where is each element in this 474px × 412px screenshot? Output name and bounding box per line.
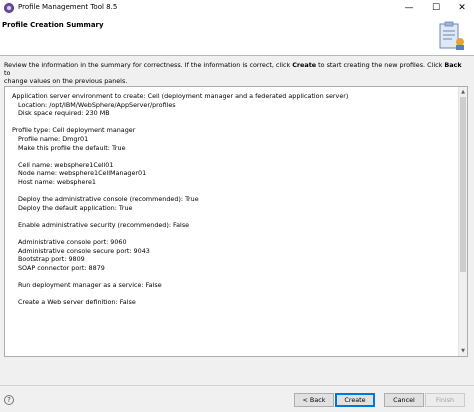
summary-line bbox=[12, 118, 348, 127]
summary-line: Host name: websphere1 bbox=[18, 177, 96, 186]
wizard-clipboard-icon bbox=[439, 21, 464, 50]
summary-line: Bootstrap port: 9809 bbox=[18, 255, 85, 264]
maximize-button[interactable]: ☐ bbox=[423, 0, 449, 17]
minimize-button[interactable]: — bbox=[396, 0, 422, 17]
instructions-text: Review the information in the summary fo… bbox=[4, 61, 468, 85]
instructions-line2: change values on the previous panels. bbox=[4, 77, 128, 85]
close-icon: ✕ bbox=[458, 3, 466, 13]
maximize-icon: ☐ bbox=[431, 3, 441, 13]
summary-line bbox=[12, 187, 348, 196]
summary-line: Disk space required: 230 MB bbox=[18, 109, 110, 118]
instructions-back-word: Back bbox=[444, 61, 462, 69]
summary-line bbox=[12, 230, 348, 239]
summary-line: Cell name: websphere1Cell01 bbox=[18, 160, 114, 169]
page-title: Profile Creation Summary bbox=[2, 21, 104, 29]
title-bar: Profile Management Tool 8.5 — ☐ ✕ bbox=[0, 0, 474, 17]
summary-line bbox=[12, 152, 348, 161]
wizard-header: Profile Creation Summary bbox=[0, 17, 474, 56]
summary-line bbox=[12, 290, 348, 299]
scroll-down-arrow-icon[interactable]: ▼ bbox=[459, 347, 467, 355]
window-title: Profile Management Tool 8.5 bbox=[18, 3, 118, 11]
summary-content: Application server environment to create… bbox=[12, 92, 348, 307]
summary-line: Deploy the default application: True bbox=[18, 203, 133, 212]
create-button[interactable]: Create bbox=[335, 393, 375, 407]
instructions-part2: to start creating the new profiles. Clic… bbox=[316, 61, 445, 69]
summary-line: Run deployment manager as a service: Fal… bbox=[18, 281, 162, 290]
instructions-part1: Review the information in the summary fo… bbox=[4, 61, 293, 69]
summary-line: Location: /opt/IBM/WebSphere/AppServer/p… bbox=[18, 100, 176, 109]
instructions-create-word: Create bbox=[292, 61, 317, 69]
cancel-button[interactable]: Cancel bbox=[384, 393, 424, 407]
instructions-part3: to bbox=[4, 69, 11, 77]
summary-line bbox=[12, 272, 348, 281]
footer-divider bbox=[0, 385, 474, 386]
scrollbar-thumb[interactable] bbox=[460, 97, 466, 272]
summary-line: Deploy the administrative console (recom… bbox=[18, 195, 199, 204]
summary-line: Make this profile the default: True bbox=[18, 143, 126, 152]
help-icon[interactable]: ? bbox=[4, 395, 14, 405]
vertical-scrollbar[interactable]: ▲ ▼ bbox=[458, 87, 467, 356]
summary-line bbox=[12, 212, 348, 221]
minimize-icon: — bbox=[404, 3, 414, 13]
summary-line: Administrative console secure port: 9043 bbox=[18, 246, 150, 255]
summary-line: Profile type: Cell deployment manager bbox=[12, 126, 136, 135]
summary-textarea[interactable]: Application server environment to create… bbox=[4, 86, 468, 357]
app-icon bbox=[4, 3, 14, 13]
scroll-up-arrow-icon[interactable]: ▲ bbox=[459, 88, 467, 96]
summary-line: Enable administrative security (recommen… bbox=[18, 220, 190, 229]
summary-line: Application server environment to create… bbox=[12, 92, 349, 100]
back-button[interactable]: < Back bbox=[294, 393, 334, 407]
summary-line: Profile name: Dmgr01 bbox=[18, 134, 89, 143]
summary-line: Administrative console port: 9060 bbox=[18, 238, 127, 247]
close-button[interactable]: ✕ bbox=[449, 0, 474, 17]
summary-line: Create a Web server definition: False bbox=[18, 298, 136, 307]
summary-line: SOAP connector port: 8879 bbox=[18, 263, 105, 272]
finish-button[interactable]: Finish bbox=[425, 393, 465, 407]
summary-line: Node name: websphere1CellManager01 bbox=[18, 169, 147, 178]
